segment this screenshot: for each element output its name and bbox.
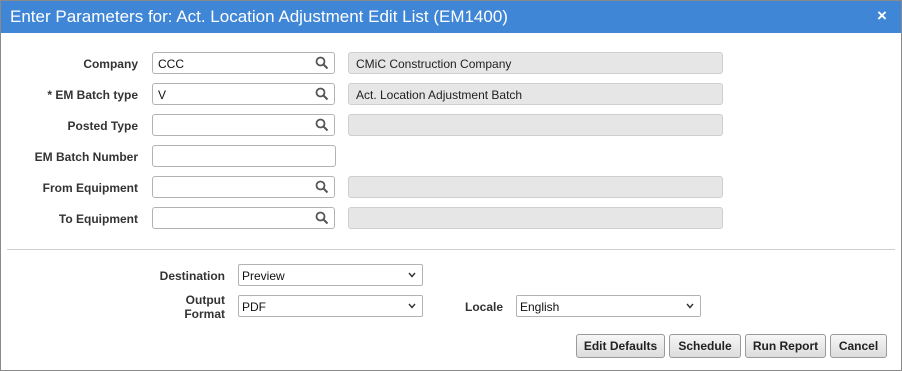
output-format-value: PDF: [242, 300, 266, 314]
em-batch-type-description: Act. Location Adjustment Batch: [348, 83, 723, 105]
to-equipment-label: To Equipment: [58, 212, 138, 226]
output-format-label-line1: Output: [185, 293, 225, 307]
em-batch-type-description-text: Act. Location Adjustment Batch: [356, 88, 523, 102]
dialog-titlebar: Enter Parameters for: Act. Location Adju…: [1, 1, 901, 33]
to-equipment-description: [348, 207, 723, 229]
posted-type-label: Posted Type: [67, 119, 138, 133]
em-batch-type-field[interactable]: V: [152, 83, 335, 105]
company-value: CCC: [158, 57, 184, 71]
locale-value: English: [520, 300, 560, 314]
locale-label: Locale: [464, 300, 503, 314]
search-icon[interactable]: [315, 87, 329, 101]
company-description: CMiC Construction Company: [348, 52, 723, 74]
em-batch-number-field[interactable]: [152, 145, 336, 167]
search-icon[interactable]: [315, 211, 329, 225]
destination-value: Preview: [242, 269, 285, 283]
section-divider: [7, 249, 895, 250]
cancel-button[interactable]: Cancel: [830, 334, 887, 358]
parameters-dialog: Enter Parameters for: Act. Location Adju…: [0, 0, 902, 371]
schedule-button[interactable]: Schedule: [669, 334, 741, 358]
destination-label: Destination: [159, 269, 225, 283]
company-description-text: CMiC Construction Company: [356, 57, 512, 71]
to-equipment-field[interactable]: [152, 207, 335, 229]
company-label: Company: [83, 57, 138, 71]
output-format-select[interactable]: PDF: [238, 295, 423, 317]
chevron-down-icon: [408, 303, 416, 309]
run-report-button[interactable]: Run Report: [745, 334, 826, 358]
from-equipment-field[interactable]: [152, 176, 335, 198]
em-batch-type-label: * EM Batch type: [47, 88, 138, 102]
from-equipment-description: [348, 176, 723, 198]
em-batch-type-value: V: [158, 88, 167, 102]
edit-defaults-button[interactable]: Edit Defaults: [576, 334, 665, 358]
search-icon[interactable]: [315, 118, 329, 132]
output-format-label: Output Format: [121, 293, 225, 321]
close-icon[interactable]: ×: [873, 7, 891, 25]
search-icon[interactable]: [315, 180, 329, 194]
posted-type-description: [348, 114, 723, 136]
destination-select[interactable]: Preview: [238, 264, 423, 286]
em-batch-number-label: EM Batch Number: [34, 150, 138, 164]
company-field[interactable]: CCC: [152, 52, 335, 74]
posted-type-field[interactable]: [152, 114, 335, 136]
chevron-down-icon: [686, 303, 694, 309]
from-equipment-label: From Equipment: [42, 181, 138, 195]
output-format-label-line2: Format: [184, 307, 225, 321]
locale-select[interactable]: English: [516, 295, 701, 317]
dialog-title: Enter Parameters for: Act. Location Adju…: [10, 7, 508, 26]
chevron-down-icon: [408, 272, 416, 278]
search-icon[interactable]: [315, 56, 329, 70]
